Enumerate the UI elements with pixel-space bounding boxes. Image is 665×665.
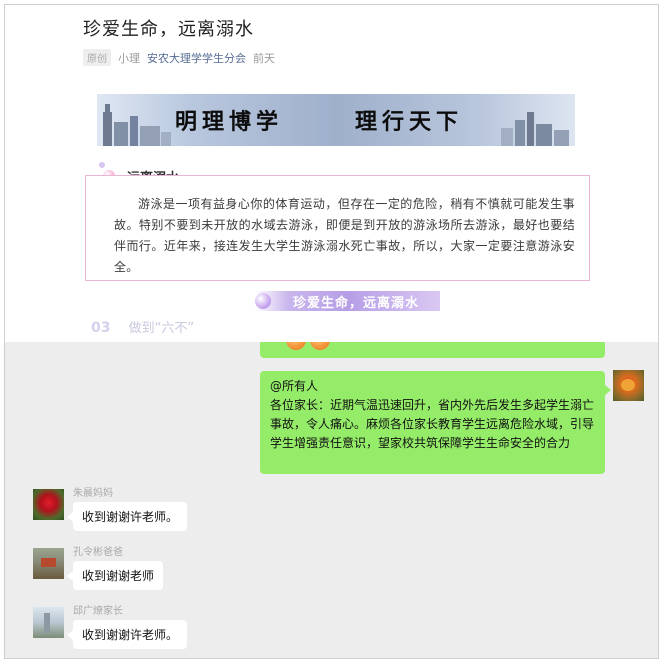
banner-text-left: 明理博学	[175, 110, 284, 135]
announcement-text: 各位家长：近期气温迅速回升，省内外先后发生多起学生溺亡事故，令人痛心。麻烦各位家…	[270, 398, 595, 450]
wechat-article: 珍爱生命，远离溺水 原创 小理 安农大理学学生分会 前天 明理博学 理行天下 游…	[5, 5, 658, 342]
slogan-text: 珍爱生命，远离溺水	[293, 296, 420, 311]
publish-time: 前天	[253, 51, 275, 65]
next-section-peek: 03 做到“六不”	[91, 317, 194, 336]
sender-avatar[interactable]	[613, 370, 644, 401]
next-section-number: 03	[91, 320, 111, 336]
header-banner: 明理博学 理行天下	[97, 94, 575, 146]
banner-text-right: 理行天下	[355, 110, 464, 135]
mention-all: @所有人	[270, 379, 319, 393]
article-title: 珍爱生命，远离溺水	[83, 19, 254, 40]
sign-avatar[interactable]	[33, 548, 64, 579]
emoji-icon	[286, 342, 306, 350]
account-link[interactable]: 安农大理学学生分会	[147, 50, 246, 66]
previous-message-bubble[interactable]: 力	[260, 342, 605, 358]
city-skyline-left	[103, 104, 171, 146]
sender-name: 朱晨妈妈	[73, 488, 113, 499]
sender-name: 孔令彬爸爸	[73, 547, 123, 558]
section-text: 游泳是一项有益身心你的体育运动，但存在一定的危险，稍有不慎就可能发生事故。特别不…	[85, 175, 590, 281]
rose-avatar[interactable]	[33, 489, 64, 520]
previous-message-text: 力	[264, 342, 276, 347]
article-meta: 原创 小理 安农大理学学生分会 前天	[83, 49, 275, 66]
city-skyline-right	[501, 112, 569, 146]
message-bubble[interactable]: 收到谢谢许老师。	[66, 502, 188, 531]
sender-name: 邱广燎家长	[73, 606, 123, 617]
announcement-bubble[interactable]: @所有人 各位家长：近期气温迅速回升，省内外先后发生多起学生溺亡事故，令人痛心。…	[260, 371, 611, 474]
message-bubble[interactable]: 收到谢谢老师	[66, 561, 164, 590]
author-name: 小理	[118, 51, 140, 65]
screenshot-frame: 珍爱生命，远离溺水 原创 小理 安农大理学学生分会 前天 明理博学 理行天下 游…	[4, 4, 659, 659]
bubble-icon	[255, 293, 271, 309]
building-avatar[interactable]	[33, 607, 64, 638]
original-tag: 原创	[83, 49, 111, 66]
emoji-icon	[310, 342, 330, 350]
message-bubble[interactable]: 收到谢谢许老师。	[66, 620, 188, 649]
slogan-banner: 珍爱生命，远离溺水	[255, 291, 440, 311]
next-section-title: 做到“六不”	[128, 321, 195, 336]
wechat-group-chat: 力 @所有人 各位家长：近期气温迅速回升，省内外先后发生多起学生溺亡事故，令人痛…	[5, 342, 658, 658]
